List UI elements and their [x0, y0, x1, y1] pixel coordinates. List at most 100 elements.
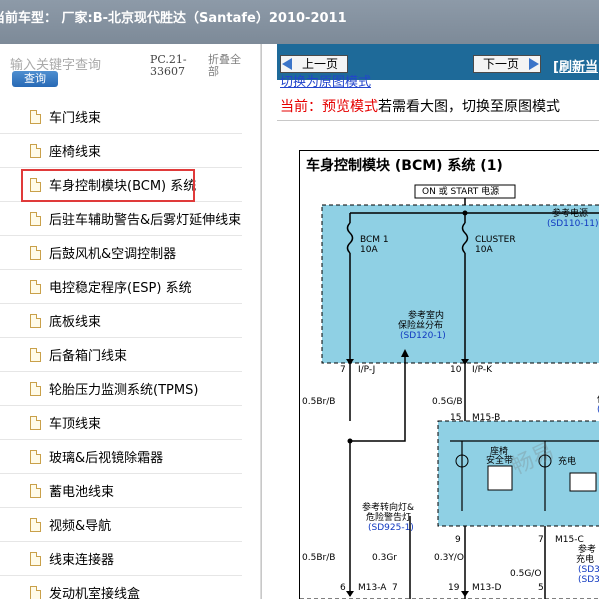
- left-scrollbar[interactable]: [260, 44, 261, 599]
- tree-item[interactable]: 电控稳定程序(ESP) 系统: [0, 270, 242, 304]
- tree-item[interactable]: 发动机室接线盒: [0, 576, 242, 599]
- mode-line: 当前：预览模式若需看大图，切换至原图模式: [280, 96, 560, 116]
- tree-item-label: 发动机室接线盒: [49, 587, 141, 599]
- wire1-label: 0.5Br/B: [302, 397, 336, 407]
- pin-ipj-num: 7: [340, 365, 346, 375]
- document-icon: [30, 415, 41, 430]
- pin7: 7: [538, 535, 544, 545]
- tree-item[interactable]: 车门线束: [0, 100, 242, 134]
- ref-power: 参考电源: [552, 209, 589, 219]
- tree-item[interactable]: 后驻车辅助警告&后雾灯延伸线束: [0, 202, 242, 236]
- tree-item[interactable]: 后备箱门线束: [0, 338, 242, 372]
- document-icon: [30, 245, 41, 260]
- pin-m15b: M15-B: [472, 413, 501, 423]
- document-icon: [30, 143, 41, 158]
- pin-marker-m13a: [346, 591, 354, 597]
- tree-item[interactable]: 底板线束: [0, 304, 242, 338]
- ref-charge: 参考: [578, 545, 597, 555]
- tree-item-label: 后鼓风机&空调控制器: [49, 247, 177, 262]
- document-icon: [30, 517, 41, 532]
- ref-turn-code: (SD925-1): [368, 523, 414, 533]
- pin-m15b-num: 15: [450, 413, 462, 423]
- document-icon: [30, 211, 41, 226]
- document-icon: [30, 347, 41, 362]
- seatbelt-symbol: [487, 465, 513, 491]
- tree-item-label: 底板线束: [49, 315, 102, 330]
- document-icon: [30, 279, 41, 294]
- battery-symbol: [569, 472, 597, 492]
- document-icon: [30, 551, 41, 566]
- tree-item-label: 后备箱门线束: [49, 349, 128, 364]
- fuse1-amp: 10A: [360, 245, 378, 255]
- power-label: ON 或 START 电源: [422, 187, 500, 197]
- ref-charge2: 充电: [576, 555, 595, 565]
- tree-item-label: 座椅线束: [49, 145, 102, 160]
- tree-item[interactable]: 轮胎压力监测系统(TPMS): [0, 372, 242, 406]
- tree-item[interactable]: 线束连接器: [0, 542, 242, 576]
- indoor-fuse: 参考室内: [408, 311, 445, 321]
- tree-item-label: 电控稳定程序(ESP) 系统: [49, 281, 192, 296]
- wire3-label: 0.5Br/B: [302, 553, 336, 563]
- mode-current: 当前：: [280, 99, 322, 115]
- divider: [277, 120, 599, 121]
- tree-item-label: 蓄电池线束: [49, 485, 115, 500]
- tree-item-label: 车顶线束: [49, 417, 102, 432]
- tree-item-label: 玻璃&后视镜除霜器: [49, 451, 164, 466]
- tree-item[interactable]: 玻璃&后视镜除霜器: [0, 440, 242, 474]
- charge-label: 充电: [558, 457, 577, 467]
- selection-highlight: [21, 169, 195, 202]
- pin-ipk: I/P-K: [472, 365, 493, 375]
- indoor-fuse2: 保险丝分布: [398, 321, 444, 331]
- pin9: 9: [455, 535, 461, 545]
- prev-page-label: 上一页: [301, 57, 338, 71]
- tree-item[interactable]: 车身控制模块(BCM) 系统: [0, 168, 242, 202]
- tree-item[interactable]: 蓄电池线束: [0, 474, 242, 508]
- mode-hint: 若需看大图，切换至原图模式: [378, 99, 560, 115]
- fuse2-label: CLUSTER: [475, 235, 516, 245]
- switch-mode-link[interactable]: 切换为原图模式: [280, 76, 371, 90]
- code-sd3b: (SD3: [578, 575, 599, 585]
- collapse-all-link[interactable]: 折叠全部: [208, 54, 250, 78]
- wire5-label: 0.3Y/O: [434, 553, 464, 563]
- refresh-link[interactable]: [刷新当: [553, 56, 598, 75]
- tree-item[interactable]: 车顶线束: [0, 406, 242, 440]
- document-icon: [30, 449, 41, 464]
- ref-turn2: 危险警告灯: [366, 513, 412, 523]
- ref-power-code: (SD110-11): [547, 219, 599, 229]
- tree-item[interactable]: 座椅线束: [0, 134, 242, 168]
- next-page-button[interactable]: 下一页: [473, 55, 541, 73]
- arrow-left-icon: [282, 58, 292, 70]
- part-code: PC.21-33607: [150, 53, 187, 78]
- mode-name: 预览模式: [322, 99, 378, 115]
- fuse2-amp: 10A: [475, 245, 493, 255]
- pin-marker-m13d: [461, 591, 469, 597]
- code-sd3a: (SD3: [578, 565, 599, 575]
- wire2-label: 0.5G/B: [432, 397, 463, 407]
- next-page-label: 下一页: [482, 57, 519, 71]
- prev-page-button[interactable]: 上一页: [280, 55, 348, 73]
- arrow-right-icon: [529, 58, 539, 70]
- ref-turn: 参考转向灯&: [362, 503, 415, 513]
- pin-m13a-num: 6: [340, 583, 346, 593]
- left-panel: 查询 PC.21-33607 折叠全部 车门线束座椅线束车身控制模块(BCM) …: [0, 44, 262, 599]
- document-icon: [30, 313, 41, 328]
- title-bar: 当前车型： 厂家:B-北京现代胜达（Santafe）2010-2011: [0, 0, 599, 44]
- pin-m13d-num: 19: [448, 583, 460, 593]
- diagram-title: 车身控制模块 (BCM) 系统 (1): [306, 158, 503, 174]
- wire6-label: 0.5G/O: [510, 569, 542, 579]
- pin-m13a2: 7: [392, 583, 398, 593]
- tree-item[interactable]: 视频&导航: [0, 508, 242, 542]
- title-text: 当前车型： 厂家:B-北京现代胜达（Santafe）2010-2011: [0, 11, 347, 26]
- pin-ipj: I/P-J: [358, 365, 376, 375]
- document-icon: [30, 483, 41, 498]
- tree-list: 车门线束座椅线束车身控制模块(BCM) 系统后驻车辅助警告&后雾灯延伸线束 后鼓风…: [0, 100, 260, 599]
- search-button[interactable]: 查询: [12, 71, 58, 87]
- tree-item-label: 车门线束: [49, 111, 102, 126]
- tree-item-label: 后驻车辅助警告&后雾灯延伸线束: [49, 213, 242, 228]
- document-icon: [30, 585, 41, 599]
- tree-item-label: 线束连接器: [49, 553, 115, 568]
- fuse1-label: BCM 1: [360, 235, 389, 245]
- tree-item[interactable]: 后鼓风机&空调控制器: [0, 236, 242, 270]
- pin-m15c: M15-C: [555, 535, 584, 545]
- wiring-diagram[interactable]: 车身控制模块 (BCM) 系统 (1) ON 或 START 电源 参考电源 (…: [299, 150, 599, 599]
